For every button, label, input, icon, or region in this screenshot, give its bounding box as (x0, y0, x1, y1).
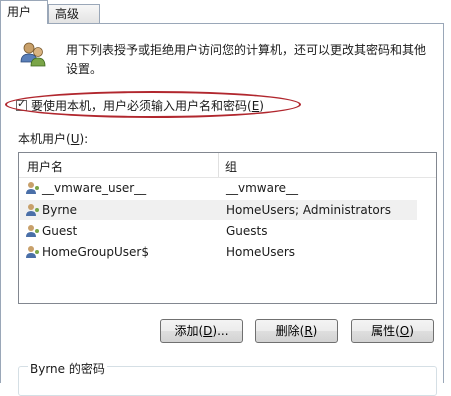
local-users-label: 本机用户(U): (18, 132, 89, 146)
row-group: __vmware__ (226, 181, 299, 195)
table-row[interactable]: __vmware_user__ __vmware__ (20, 178, 417, 198)
remove-button[interactable]: 删除(R) (255, 319, 338, 343)
row-username: Guest (42, 224, 78, 238)
users-icon (20, 42, 46, 67)
require-login-label[interactable]: 要使用本机，用户必须输入用户名和密码(E) (31, 97, 264, 114)
description-text: 用下列表授予或拒绝用户访问您的计算机，还可以更改其密码和其他设置。 (66, 43, 427, 76)
users-listview[interactable]: 用户名 组 __vmware_user__ __vmware__ Byrne H… (18, 152, 437, 304)
tab-strip: 用户 高级 (0, 0, 451, 24)
row-group: HomeUsers; Administrators (226, 203, 391, 217)
row-username: Byrne (42, 203, 78, 217)
tab-users[interactable]: 用户 (0, 0, 48, 24)
require-login-row[interactable]: 要使用本机，用户必须输入用户名和密码(E) (16, 96, 264, 114)
password-groupbox-title: Byrne 的密码 (28, 360, 107, 377)
table-row[interactable]: Byrne HomeUsers; Administrators (20, 200, 417, 220)
tab-advanced[interactable]: 高级 (48, 4, 100, 23)
row-group: Guests (226, 224, 268, 238)
user-icon (26, 225, 39, 237)
properties-button[interactable]: 属性(O) (351, 319, 434, 343)
table-row[interactable]: HomeGroupUser$ HomeUsers (20, 242, 417, 262)
require-login-checkbox[interactable] (16, 97, 27, 111)
user-icon (26, 182, 39, 194)
list-header: 用户名 组 (19, 153, 436, 178)
column-divider[interactable] (218, 153, 219, 177)
row-username: __vmware_user__ (42, 181, 147, 195)
user-icon (26, 246, 39, 258)
column-header-group[interactable]: 组 (225, 158, 237, 175)
row-group: HomeUsers (226, 245, 296, 259)
table-row[interactable]: Guest Guests (20, 221, 417, 241)
add-button[interactable]: 添加(D)... (160, 319, 243, 343)
column-header-username[interactable]: 用户名 (27, 158, 63, 175)
row-username: HomeGroupUser$ (42, 245, 149, 259)
user-icon (26, 204, 39, 216)
